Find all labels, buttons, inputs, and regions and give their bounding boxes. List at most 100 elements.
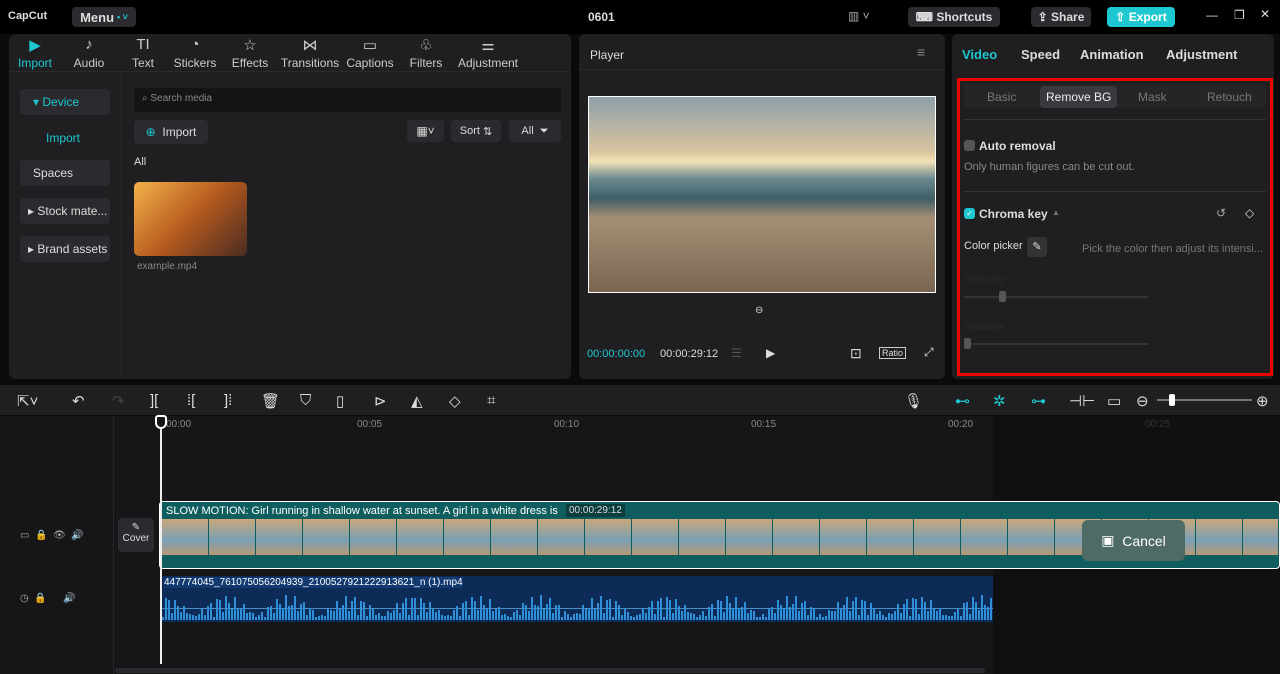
intensity-slider[interactable] [964, 296, 1148, 298]
video-frame [726, 519, 772, 555]
horizontal-scrollbar[interactable] [115, 668, 985, 673]
tab-animation[interactable]: Animation [1080, 47, 1144, 62]
view-toggle[interactable]: ▦˅ [407, 120, 444, 142]
cover-button[interactable]: ✎ Cover [118, 518, 154, 552]
reset-icon[interactable]: ↺ [1216, 206, 1226, 220]
waveform-bar [342, 605, 344, 620]
microphone-icon[interactable]: 🎙 [904, 392, 923, 410]
menu-icon[interactable]: ≡ [917, 44, 925, 60]
sidebar-item-spaces[interactable]: Spaces [20, 160, 110, 186]
shadow-thumb[interactable] [964, 338, 971, 349]
marker-icon[interactable]: ⛉ [300, 392, 311, 409]
minimize-icon[interactable]: — [1206, 8, 1218, 22]
maximize-icon[interactable]: ❐ [1234, 8, 1245, 22]
subtab-basic[interactable]: Basic [987, 90, 1016, 104]
eyedropper-icon[interactable]: ✎ [1027, 237, 1047, 257]
audio-track-controls[interactable]: ◷ 🔒 🔊 [20, 593, 76, 604]
playhead-handle[interactable] [155, 415, 167, 429]
tab-audio[interactable]: ♪ Audio [67, 36, 111, 70]
redo-icon[interactable]: ↷ [112, 392, 125, 410]
select-icon[interactable]: ⇱˅ [17, 392, 38, 410]
sort-label: Sort [459, 125, 480, 137]
chroma-key-checkbox[interactable]: ✓ [964, 208, 975, 219]
sidebar-item-device[interactable]: ▾ Device [20, 89, 110, 115]
shortcuts-button[interactable]: ⌨ Shortcuts [908, 7, 1000, 27]
collapse-icon[interactable]: ▲ [1052, 208, 1060, 217]
crop-icon[interactable]: ⌗ [487, 392, 495, 409]
freeze-icon[interactable]: ▯ [336, 392, 344, 410]
keyframe-icon[interactable]: ◇ [1245, 206, 1254, 220]
split-right-icon[interactable]: ]⁞ [224, 392, 232, 409]
tab-filters[interactable]: ♧ Filters [405, 36, 447, 70]
thumbnail-icon[interactable]: ▭ [1107, 392, 1121, 410]
sidebar-item-brand[interactable]: ▸ Brand assets [20, 236, 110, 262]
rotate-handle-icon[interactable]: ⊖ [755, 305, 763, 316]
import-button[interactable]: ⊕ Import [134, 120, 208, 144]
tab-text[interactable]: TI Text [121, 36, 165, 70]
waveform-bar [444, 616, 446, 620]
video-track-controls[interactable]: ▭ 🔒 👁 🔊 [20, 530, 84, 541]
layout-icon[interactable]: ▥ ˅ [848, 9, 870, 23]
undo-icon[interactable]: ↶ [72, 392, 85, 410]
play-icon[interactable]: ▶ [766, 346, 775, 360]
media-thumbnail[interactable] [134, 182, 247, 256]
fullscreen-icon[interactable]: ⤢ [924, 345, 934, 360]
waveform-bar [591, 598, 593, 620]
cancel-button[interactable]: ▣ Cancel [1082, 520, 1185, 561]
playhead[interactable] [160, 416, 162, 664]
rotate-icon[interactable]: ◇ [449, 392, 461, 410]
tab-speed[interactable]: Speed [1021, 47, 1060, 62]
auto-snap-icon[interactable]: ✲ [993, 392, 1006, 410]
main-track-magnet-icon[interactable]: ⊷ [955, 392, 970, 410]
timeline-icon[interactable]: ☰ [731, 346, 742, 360]
auto-removal-checkbox[interactable] [964, 140, 975, 151]
subtab-mask[interactable]: Mask [1138, 90, 1167, 104]
waveform-bar [609, 598, 611, 620]
linkage-icon[interactable]: ⊶ [1031, 392, 1046, 410]
waveform-bar [525, 605, 527, 620]
delete-icon[interactable]: 🗑 [261, 392, 280, 410]
split-left-icon[interactable]: ⁞[ [187, 392, 195, 409]
zoom-in-icon[interactable]: ⊕ [1256, 392, 1269, 410]
shadow-slider[interactable] [964, 343, 1148, 345]
tab-stickers[interactable]: ◔ Stickers [171, 36, 219, 70]
subtab-retouch[interactable]: Retouch [1207, 90, 1252, 104]
split-icon[interactable]: ][ [150, 392, 158, 409]
waveform-bar [906, 599, 908, 620]
waveform-bar [303, 602, 305, 620]
tab-transitions[interactable]: ⋈ Transitions [279, 36, 341, 70]
share-button[interactable]: ⇪ Share [1031, 7, 1091, 27]
filter-button[interactable]: All ⏷ [509, 120, 561, 142]
mirror-icon[interactable]: ◭ [411, 392, 423, 410]
menu-button[interactable]: Menu • ˅ [72, 7, 136, 27]
fit-icon[interactable]: ⊡ [850, 345, 862, 362]
zoom-thumb[interactable] [1169, 394, 1175, 406]
sort-icon: ⇅ [479, 125, 493, 138]
reverse-icon[interactable]: ⊳ [374, 392, 387, 410]
zoom-out-icon[interactable]: ⊖ [1136, 392, 1149, 410]
intensity-thumb[interactable] [999, 291, 1006, 302]
video-preview[interactable] [588, 96, 936, 293]
tab-effects[interactable]: ☆ Effects [227, 36, 273, 70]
close-icon[interactable]: ✕ [1260, 7, 1270, 21]
audio-clip[interactable]: 447774045_761075056204939_21005279212229… [162, 576, 993, 622]
sidebar-item-stock[interactable]: ▸ Stock mate... [20, 198, 110, 224]
search-input[interactable]: ⌕ Search media [134, 88, 561, 112]
waveform-bar [954, 611, 956, 620]
sidebar-item-import[interactable]: Import [20, 125, 110, 151]
waveform-bar [537, 606, 539, 620]
tab-import[interactable]: ▶ Import [13, 36, 57, 70]
tab-captions[interactable]: ▭ Captions [345, 36, 395, 70]
waveform-bar [432, 609, 434, 620]
tab-adjustment-props[interactable]: Adjustment [1166, 47, 1238, 62]
waveform-bar [492, 610, 494, 620]
subtab-remove-bg[interactable]: Remove BG [1040, 86, 1118, 108]
tab-video[interactable]: Video [962, 47, 997, 62]
ratio-button[interactable]: Ratio [879, 347, 907, 359]
tab-adjustment[interactable]: ⚌ Adjustment [455, 36, 521, 70]
sort-button[interactable]: Sort ⇅ [451, 120, 501, 142]
export-button[interactable]: ⇧ Export [1107, 7, 1175, 27]
waveform-bar [543, 608, 545, 620]
preview-axis-icon[interactable]: ⊣⊢ [1069, 392, 1095, 410]
waveform-bar [855, 596, 857, 620]
